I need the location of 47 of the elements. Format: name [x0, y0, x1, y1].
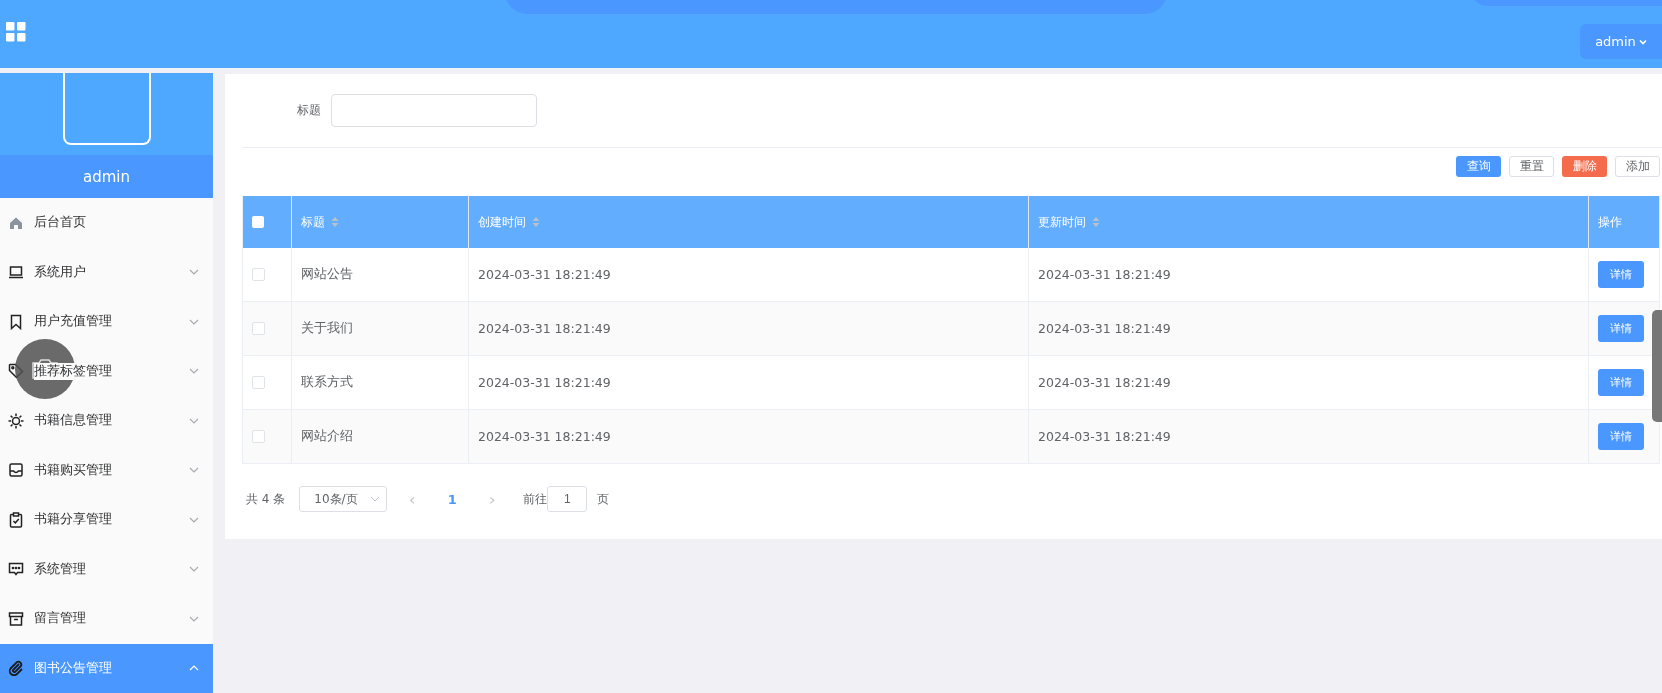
action-button[interactable]: 重置: [1509, 156, 1554, 177]
table-cell: 网站公告: [301, 266, 353, 283]
chat-icon: [8, 561, 24, 578]
row-checkbox[interactable]: [252, 322, 265, 335]
sort-icon[interactable]: [1092, 216, 1100, 228]
action-button[interactable]: 添加: [1615, 156, 1660, 177]
caret-icon: [1638, 38, 1647, 45]
row-checkbox[interactable]: [252, 430, 265, 443]
sort-icon[interactable]: [331, 216, 339, 228]
table-cell: 2024-03-31 18:21:49: [1038, 267, 1171, 282]
table-cell: 2024-03-31 18:21:49: [478, 267, 611, 282]
sun-icon: [8, 412, 24, 429]
title-search-field[interactable]: [331, 94, 537, 127]
clip-icon: [8, 660, 24, 677]
chevron-down-icon: [370, 496, 381, 502]
user-name: admin: [0, 155, 213, 198]
clipboard-icon: [8, 511, 24, 528]
table-cell: 关于我们: [301, 320, 353, 337]
search-label: 标题: [297, 102, 321, 119]
goto-label: 前往: [523, 490, 548, 508]
column-header: 操作: [1598, 213, 1622, 231]
grid-menu-icon[interactable]: [6, 22, 26, 42]
total-count: 共 4 条: [246, 490, 286, 508]
table-cell: 联系方式: [301, 374, 353, 391]
page-size-select[interactable]: 10条/页: [299, 486, 388, 512]
sort-icon[interactable]: [532, 216, 540, 228]
row-checkbox[interactable]: [252, 376, 265, 389]
table-cell: 2024-03-31 18:21:49: [478, 321, 611, 336]
inbox-icon: [8, 462, 24, 479]
goto-page-field[interactable]: 1: [547, 486, 588, 512]
table-cell: 2024-03-31 18:21:49: [478, 429, 611, 444]
table-cell: 2024-03-31 18:21:49: [1038, 321, 1171, 336]
table-cell: 2024-03-31 18:21:49: [1038, 375, 1171, 390]
row-checkbox[interactable]: [252, 268, 265, 281]
column-header: 更新时间: [1038, 213, 1086, 231]
table-cell: 网站介绍: [301, 428, 353, 445]
archive-icon: [8, 610, 24, 627]
table-cell: 2024-03-31 18:21:49: [478, 375, 611, 390]
page-suffix: 页: [597, 490, 610, 508]
table-cell: 2024-03-31 18:21:49: [1038, 429, 1171, 444]
bookmark-icon: [8, 313, 24, 330]
laptop-icon: [8, 264, 24, 281]
select-all-checkbox[interactable]: [252, 216, 264, 228]
scrollbar-thumb[interactable]: [1652, 310, 1662, 422]
camera-icon: [31, 357, 59, 381]
column-header: 标题: [301, 213, 325, 231]
column-header: 创建时间: [478, 213, 526, 231]
